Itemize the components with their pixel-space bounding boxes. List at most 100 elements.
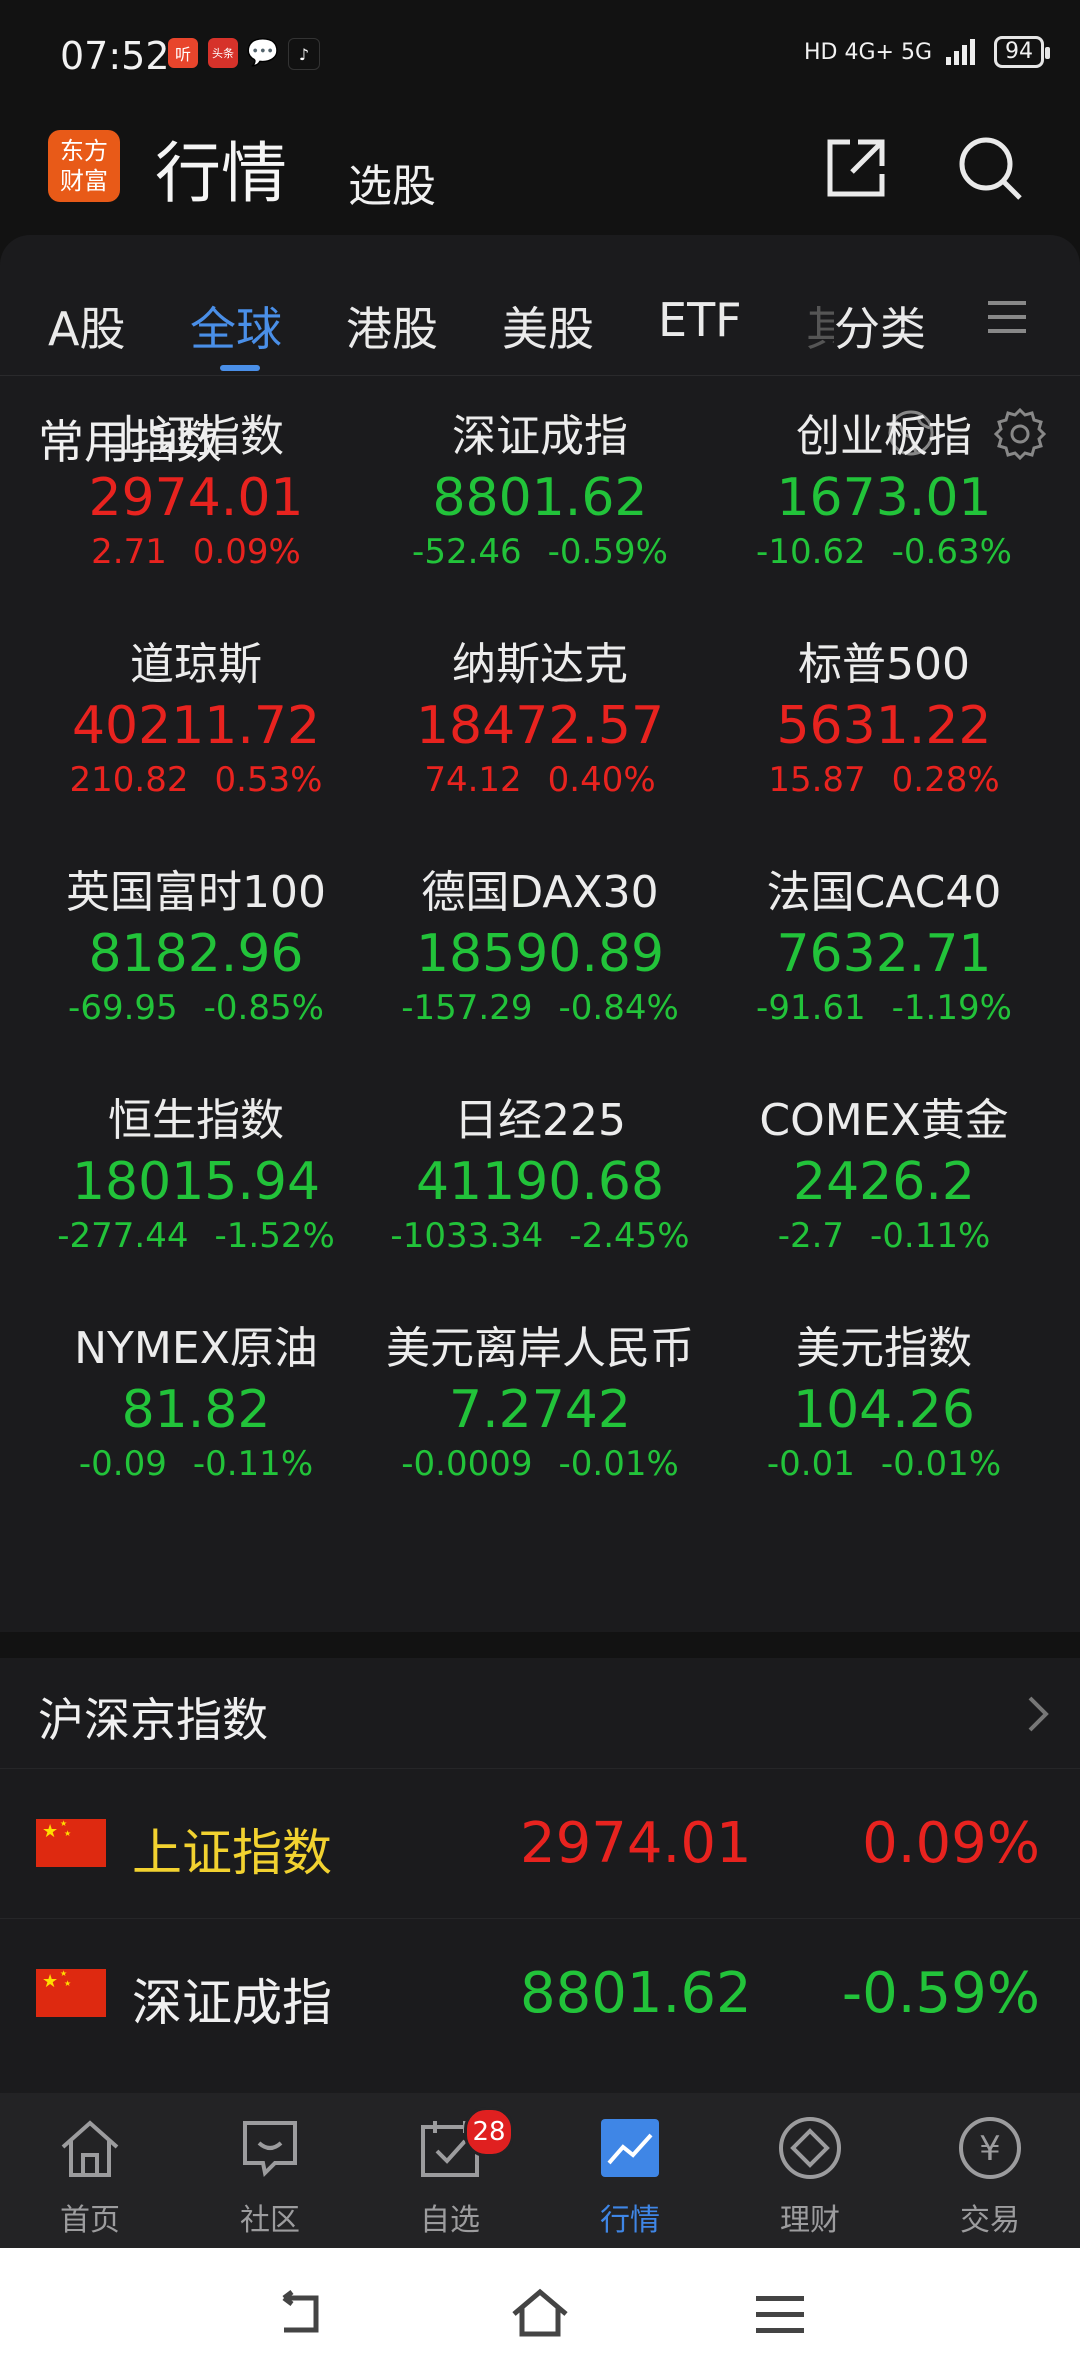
trade-icon: ¥: [959, 2117, 1021, 2179]
index-cell[interactable]: 上证指数 2974.01 2.71 0.09%: [24, 400, 368, 572]
index-change: 15.87 0.28%: [712, 760, 1056, 800]
index-cell[interactable]: 创业板指 1673.01 -10.62 -0.63%: [712, 400, 1056, 572]
nav-trade[interactable]: ¥ 交易: [900, 2113, 1080, 2239]
home-button-icon[interactable]: [510, 2284, 570, 2344]
status-indicators: HD 4G+ 5G 94: [804, 36, 1050, 68]
back-icon[interactable]: [270, 2284, 330, 2344]
tiktok-app-icon: ♪: [288, 38, 320, 70]
index-cell[interactable]: COMEX黄金 2426.2 -2.7 -0.11%: [712, 1084, 1056, 1256]
index-cell[interactable]: 道琼斯 40211.72 210.82 0.53%: [24, 628, 368, 800]
index-change-value: -1033.34: [390, 1216, 544, 1256]
index-cell[interactable]: 恒生指数 18015.94 -277.44 -1.52%: [24, 1084, 368, 1256]
index-change-pct: -1.52%: [214, 1216, 335, 1256]
tab-hk-stocks[interactable]: 港股: [346, 293, 438, 359]
index-cell[interactable]: 深证成指 8801.62 -52.46 -0.59%: [368, 400, 712, 572]
index-name: NYMEX原油: [74, 1323, 318, 1374]
tab-us-stocks[interactable]: 美股: [502, 293, 594, 359]
bottom-navigation: 首页 社区 28 自选 行情 理财 ¥ 交易: [0, 2093, 1080, 2248]
index-change-value: -91.61: [756, 988, 866, 1028]
search-icon[interactable]: [954, 132, 1026, 204]
signal-icon: [946, 39, 975, 65]
index-name: 上证指数: [108, 411, 284, 462]
page-title[interactable]: 行情: [155, 120, 287, 216]
index-cell[interactable]: 英国富时100 8182.96 -69.95 -0.85%: [24, 856, 368, 1028]
index-price: 18015.94: [71, 1152, 321, 1212]
hsj-price: 2974.01: [520, 1811, 752, 1876]
index-price: 5631.22: [776, 696, 992, 756]
nav-market[interactable]: 行情: [540, 2113, 720, 2239]
tab-categories[interactable]: 分类: [834, 293, 926, 359]
index-change-pct: -0.01%: [880, 1444, 1002, 1484]
index-price: 81.82: [121, 1380, 271, 1440]
index-name: 纳斯达克: [452, 639, 628, 690]
index-change: -52.46 -0.59%: [368, 532, 712, 572]
battery-indicator: 94: [994, 36, 1050, 68]
stock-picker-link[interactable]: 选股: [348, 150, 436, 214]
index-change: -0.09 -0.11%: [24, 1444, 368, 1484]
chevron-right-icon[interactable]: [1026, 1694, 1050, 1734]
index-cell[interactable]: 美元离岸人民币 7.2742 -0.0009 -0.01%: [368, 1312, 712, 1484]
index-cell[interactable]: 美元指数 104.26 -0.01 -0.01%: [712, 1312, 1056, 1484]
index-change: -2.7 -0.11%: [712, 1216, 1056, 1256]
index-change-value: -52.46: [412, 532, 522, 572]
index-name: 法国CAC40: [766, 867, 1002, 918]
listen-app-icon: 听: [168, 38, 198, 68]
index-change-pct: -0.01%: [558, 1444, 679, 1484]
tab-etf[interactable]: ETF: [658, 293, 742, 347]
index-name: 恒生指数: [108, 1095, 284, 1146]
index-cell[interactable]: 日经225 41190.68 -1033.34 -2.45%: [368, 1084, 712, 1256]
menu-icon[interactable]: [986, 297, 1028, 337]
index-change: -91.61 -1.19%: [712, 988, 1056, 1028]
index-change-pct: -0.11%: [870, 1216, 991, 1256]
hsj-price: 8801.62: [520, 1961, 752, 2026]
index-price: 7.2742: [449, 1380, 631, 1440]
index-change-value: 2.71: [91, 532, 167, 572]
tab-a-shares[interactable]: A股: [48, 293, 125, 359]
index-change-value: 210.82: [69, 760, 189, 800]
nav-wealth[interactable]: 理财: [720, 2113, 900, 2239]
watchlist-badge: 28: [464, 2107, 514, 2157]
index-price: 41190.68: [415, 1152, 665, 1212]
index-cell[interactable]: 纳斯达克 18472.57 74.12 0.40%: [368, 628, 712, 800]
index-price: 18472.57: [415, 696, 665, 756]
common-indices-card: 常用指数 上证指数 2974.01 2.71 0.09% 深证成指 8801.62 -52.…: [0, 376, 1080, 1632]
index-cell[interactable]: 德国DAX30 18590.89 -157.29 -0.84%: [368, 856, 712, 1028]
share-icon[interactable]: [820, 132, 892, 204]
index-change: -157.29 -0.84%: [368, 988, 712, 1028]
index-change-pct: 0.28%: [891, 760, 1000, 800]
hsj-row[interactable]: ★ ★ ★ 上证指数 2974.01 0.09%: [0, 1768, 1080, 1919]
tab-other-partial[interactable]: 其: [806, 293, 834, 359]
section-title: 沪深京指数: [38, 1693, 268, 1747]
nav-watchlist[interactable]: 28 自选: [360, 2107, 540, 2239]
hsj-pct: 0.09%: [862, 1811, 1040, 1876]
hsj-row[interactable]: ★ ★ ★ 深证成指 8801.62 -0.59%: [0, 1918, 1080, 2069]
home-icon: [61, 2120, 119, 2177]
index-cell[interactable]: 法国CAC40 7632.71 -91.61 -1.19%: [712, 856, 1056, 1028]
nav-home[interactable]: 首页: [0, 2113, 180, 2239]
message-app-icon: 💬: [246, 38, 280, 68]
index-change-pct: -0.85%: [203, 988, 324, 1028]
index-price: 1673.01: [776, 468, 992, 528]
index-change-value: -0.09: [78, 1444, 167, 1484]
index-price: 8801.62: [432, 468, 648, 528]
recents-icon[interactable]: [750, 2284, 810, 2344]
nav-community[interactable]: 社区: [180, 2113, 360, 2239]
index-name: 美元离岸人民币: [386, 1323, 694, 1374]
hsj-pct: -0.59%: [841, 1961, 1040, 2026]
tab-global[interactable]: 全球: [190, 293, 282, 359]
index-cell[interactable]: 标普500 5631.22 15.87 0.28%: [712, 628, 1056, 800]
hsj-name: 上证指数: [132, 1824, 332, 1882]
index-name: 英国富时100: [66, 867, 326, 918]
app-logo[interactable]: 东方 财富: [48, 130, 120, 202]
index-change-pct: 0.40%: [547, 760, 656, 800]
status-time: 07:52: [60, 34, 170, 78]
index-change-value: -2.7: [777, 1216, 845, 1256]
index-cell[interactable]: NYMEX原油 81.82 -0.09 -0.11%: [24, 1312, 368, 1484]
index-change-value: -157.29: [401, 988, 533, 1028]
network-indicator: HD 4G+ 5G: [804, 39, 932, 65]
index-change: -0.01 -0.01%: [712, 1444, 1056, 1484]
index-name: 德国DAX30: [421, 867, 659, 918]
status-bar: 07:52 听 头条 💬 ♪ HD 4G+ 5G 94: [0, 0, 1080, 110]
index-change: 210.82 0.53%: [24, 760, 368, 800]
index-name: COMEX黄金: [759, 1095, 1009, 1146]
